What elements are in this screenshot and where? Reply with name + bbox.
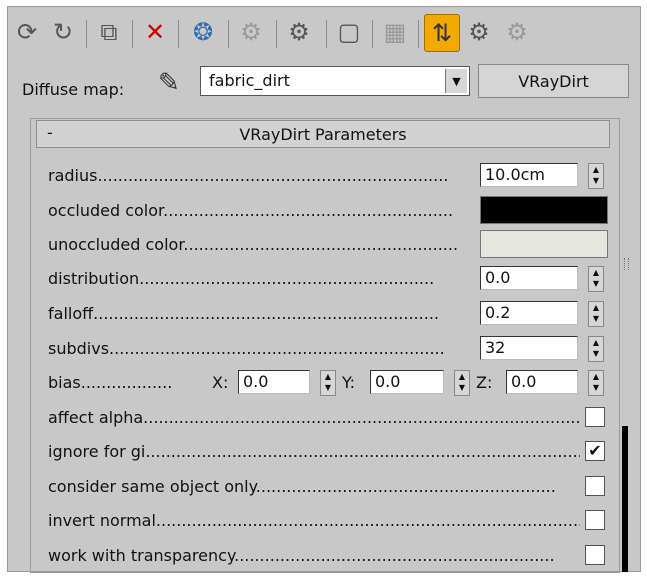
subdivs-spinner[interactable]: ▲ ▼ (588, 336, 604, 362)
occluded-color-label: occluded color..........................… (48, 201, 454, 220)
param-row-falloff: falloff.................................… (48, 299, 608, 329)
scrollbar-thumb[interactable] (622, 426, 628, 572)
toolbar-separator (372, 20, 373, 48)
bias-label: bias.................. (48, 373, 173, 392)
bias-y-label: Y: (342, 373, 356, 392)
falloff-spinner[interactable]: ▲ ▼ (588, 301, 604, 327)
distribution-label: distribution............................… (48, 269, 435, 288)
toolbar-separator (326, 20, 327, 48)
get-material-icon[interactable]: ⟳ (10, 14, 44, 50)
go-forward-to-sibling-icon[interactable]: ⚙ (462, 14, 496, 50)
occluded-color-swatch[interactable] (480, 196, 608, 224)
show-in-viewport-icon[interactable]: ▢ (332, 14, 366, 50)
subdivs-label: subdivs.................................… (48, 339, 445, 358)
param-row-distribution: distribution............................… (48, 264, 608, 294)
bias-x-label: X: (212, 373, 229, 392)
toolbar-separator (178, 20, 179, 48)
scrollbar-grip[interactable] (624, 258, 629, 270)
material-toolbar: ⟳ ↻ ⧉ ✕ ❂ ⚙ ⚙ ▢ ▦ ⇅ ⚙ ⚙ (10, 14, 630, 58)
eyedropper-icon[interactable]: ✎ (158, 68, 180, 98)
affect-alpha-checkbox[interactable] (585, 407, 605, 427)
invert-normal-label: invert normal...........................… (48, 511, 580, 530)
consider-same-object-only-label: consider same object only...............… (48, 477, 556, 496)
falloff-label: falloff.................................… (48, 304, 439, 323)
affect-alpha-label: affect alpha............................… (48, 408, 580, 427)
assign-to-selection-icon[interactable]: ⧉ (92, 14, 126, 50)
bias-x-input[interactable]: 0.0 (238, 370, 310, 394)
toolbar-separator (86, 20, 87, 48)
bias-x-spinner[interactable]: ▲ ▼ (320, 370, 336, 396)
reset-map-icon[interactable]: ✕ (138, 14, 172, 50)
material-id-channel-icon[interactable]: ⚙ (282, 14, 316, 50)
toolbar-separator (132, 20, 133, 48)
param-row-invert-normal: invert normal...........................… (48, 506, 608, 536)
map-name-dropdown[interactable]: fabric_dirt ▼ (200, 66, 470, 96)
work-with-transparency-label: work with transparency..................… (48, 546, 555, 565)
radius-input[interactable]: 10.0cm (480, 163, 578, 187)
put-to-scene-icon[interactable]: ↻ (46, 14, 80, 50)
bias-z-label: Z: (476, 373, 493, 392)
rollout-title: VRayDirt Parameters (239, 125, 407, 144)
param-row-occluded-color: occluded color..........................… (48, 196, 608, 226)
param-row-unoccluded-color: unoccluded color........................… (48, 230, 608, 260)
map-name-value: fabric_dirt (209, 71, 290, 90)
param-row-subdivs: subdivs.................................… (48, 334, 608, 364)
param-row-ignore-for-gi: ignore for gi...........................… (48, 437, 608, 467)
make-unique-icon[interactable]: ❂ (186, 14, 220, 50)
falloff-input[interactable]: 0.2 (480, 301, 578, 325)
ignore-for-gi-checkbox[interactable]: ✔ (585, 441, 605, 461)
toolbar-separator (418, 20, 419, 48)
distribution-spinner[interactable]: ▲ ▼ (588, 266, 604, 292)
unoccluded-color-label: unoccluded color........................… (48, 235, 459, 254)
distribution-input[interactable]: 0.0 (480, 266, 578, 290)
work-with-transparency-checkbox[interactable] (585, 545, 605, 565)
diffuse-map-label: Diffuse map: (22, 80, 125, 99)
toolbar-separator (276, 20, 277, 48)
material-map-navigator-icon[interactable]: ⚙ (500, 14, 534, 50)
go-to-parent-icon[interactable]: ⇅ (424, 14, 460, 52)
bias-z-spinner[interactable]: ▲ ▼ (588, 370, 604, 396)
radius-spinner[interactable]: ▲ ▼ (588, 163, 604, 189)
invert-normal-checkbox[interactable] (585, 510, 605, 530)
param-row-bias: bias.................. X: 0.0 ▲ ▼ Y: 0.0 … (48, 368, 608, 398)
param-row-work-with-transparency: work with transparency..................… (48, 541, 608, 571)
param-row-consider-same-object-only: consider same object only...............… (48, 472, 608, 502)
map-type-button[interactable]: VRayDirt (478, 64, 629, 98)
param-row-affect-alpha: affect alpha............................… (48, 403, 608, 433)
bias-z-input[interactable]: 0.0 (506, 370, 578, 394)
consider-same-object-only-checkbox[interactable] (585, 476, 605, 496)
param-row-radius: radius..................................… (48, 161, 608, 191)
rollout-header[interactable]: - VRayDirt Parameters (36, 120, 610, 148)
subdivs-input[interactable]: 32 (480, 336, 578, 360)
unoccluded-color-swatch[interactable] (480, 230, 608, 258)
bias-y-input[interactable]: 0.0 (370, 370, 444, 394)
radius-label: radius..................................… (48, 166, 449, 185)
chevron-down-icon[interactable]: ▼ (445, 69, 467, 93)
bias-y-spinner[interactable]: ▲ ▼ (454, 370, 470, 396)
toolbar-separator (228, 20, 229, 48)
ignore-for-gi-label: ignore for gi...........................… (48, 442, 580, 461)
put-to-library-icon[interactable]: ⚙ (234, 14, 268, 50)
show-end-result-icon[interactable]: ▦ (378, 14, 412, 50)
